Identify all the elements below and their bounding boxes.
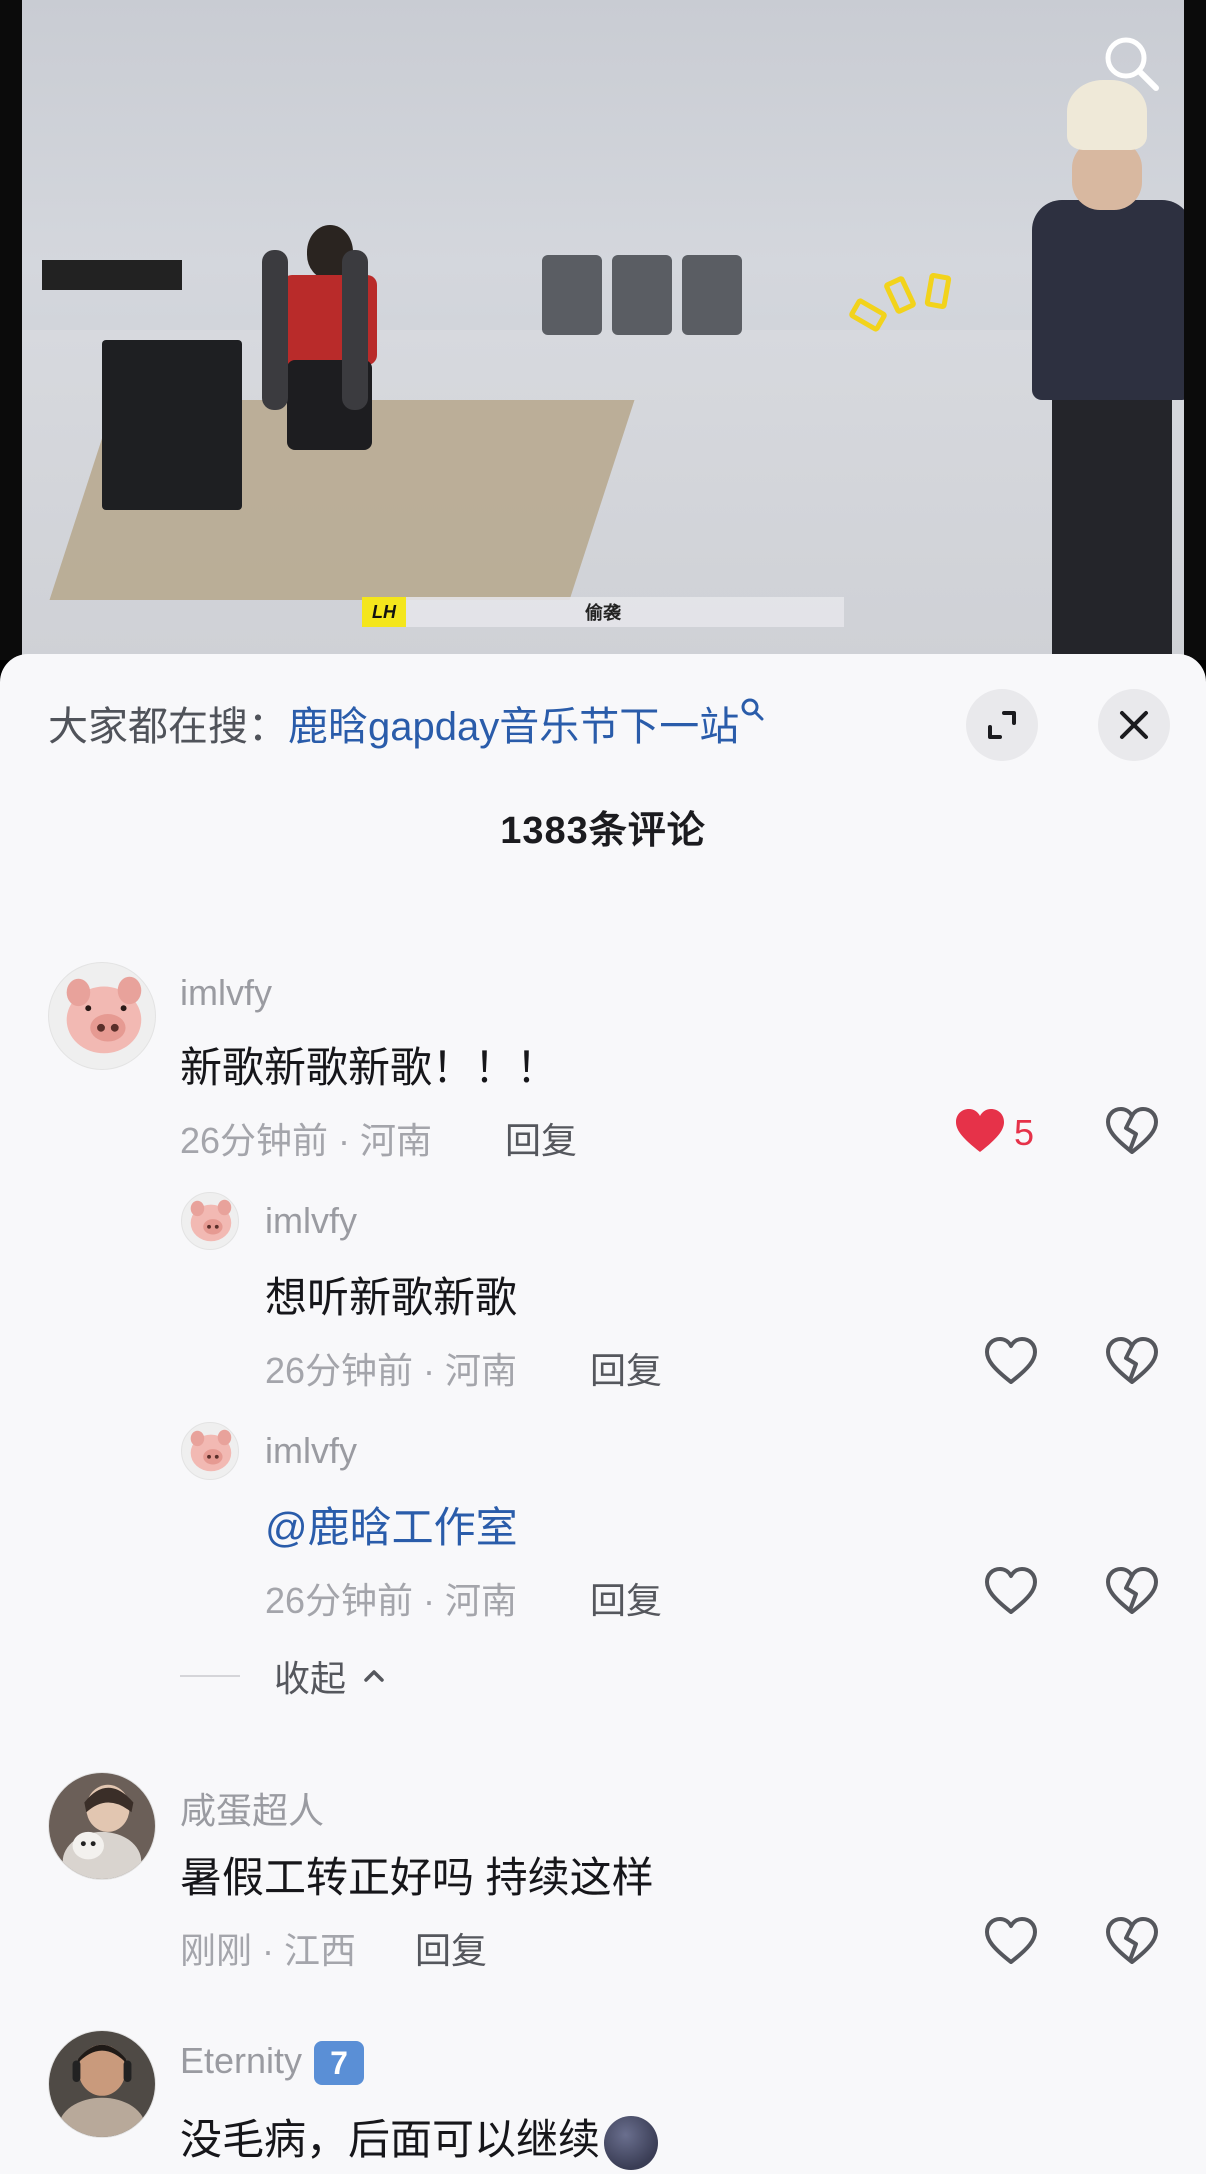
close-icon [1120,711,1148,739]
reply-text: 想听新歌新歌 [265,1274,518,1321]
expand-button[interactable] [966,689,1038,761]
trending-search[interactable]: 大家都在搜：鹿晗gapday音乐节下一站 [48,694,765,752]
reply-location: 河南 [445,1350,518,1391]
expand-icon [988,711,1016,739]
dislike-button[interactable] [1104,1104,1164,1164]
collapse-replies-button[interactable]: 收起 [180,1650,388,1702]
comment-location: 江西 [284,1930,357,1971]
trending-prefix: 大家都在搜： [48,705,288,749]
heart-icon [985,1567,1037,1614]
video-amplifier [102,340,242,510]
broken-heart-icon [1106,1917,1158,1964]
close-button[interactable] [1098,689,1170,761]
comment-username[interactable]: imlvfy [180,972,272,1014]
comment-meta: 刚刚 · 江西 [180,1930,357,1971]
dislike-button[interactable] [1104,1334,1164,1394]
comment-username[interactable]: Eternity 7 [180,2040,365,2086]
reply-username[interactable]: imlvfy [265,1430,357,1472]
broken-heart-icon [1106,1107,1158,1154]
reply-username[interactable]: imlvfy [265,1200,357,1242]
search-small-icon [741,698,764,721]
dislike-button[interactable] [1104,1914,1164,1974]
heart-icon [985,1337,1037,1384]
reply-location: 河南 [445,1580,518,1621]
video-chair [682,255,742,335]
comment-meta: 26分钟前 · 河南 [180,1120,433,1161]
like-button[interactable] [983,1564,1043,1624]
avatar[interactable] [181,1192,239,1250]
subtitle-logo: LH [362,597,406,627]
comment-username-text: Eternity [180,2040,303,2081]
dark-moon-face-emoji-icon [604,2115,659,2170]
avatar[interactable] [48,1772,156,1880]
comment-time: 26分钟前 [180,1120,329,1161]
heart-icon [956,1109,1004,1152]
comment-text: 新歌新歌新歌！！！ [180,1044,559,1091]
comment-time: 刚刚 [180,1930,253,1971]
reply-meta: 26分钟前 · 河南 [265,1350,518,1391]
avatar[interactable] [48,2030,156,2138]
comment-location: 河南 [360,1120,433,1161]
broken-heart-icon [1106,1337,1158,1384]
like-button[interactable] [983,1334,1043,1394]
reply-button[interactable]: 回复 [505,1112,577,1164]
trending-term-link[interactable]: 鹿晗gapday音乐节下一站 [288,705,739,749]
like-button[interactable] [952,1104,1012,1164]
video-guitar [262,250,288,410]
reply-button[interactable]: 回复 [590,1342,662,1394]
video-keyboard [42,260,182,290]
video-frame [22,0,1184,660]
reply-time: 26分钟前 [265,1580,414,1621]
like-button[interactable] [983,1914,1043,1974]
video-subtitle: 偷袭 [362,597,844,627]
search-icon[interactable] [1100,32,1160,92]
avatar[interactable] [48,962,156,1070]
video-chair [542,255,602,335]
reply-time: 26分钟前 [265,1350,414,1391]
video-player[interactable]: 偷袭 LH [0,0,1206,660]
avatar[interactable] [181,1422,239,1480]
sparkle-effect-icon [847,270,967,340]
collapse-label: 收起 [274,1658,347,1699]
comment-text: 没毛病，后面可以继续 [180,2106,659,2170]
comment-sheet: 大家都在搜：鹿晗gapday音乐节下一站 1383条评论 imlvfy 新歌新歌… [0,654,1206,2174]
video-chair [612,255,672,335]
dislike-button[interactable] [1104,1564,1164,1624]
comment-count-title: 1383条评论 [500,810,706,852]
chevron-up-icon [364,1670,384,1682]
comment-text: 暑假工转正好吗 持续这样 [180,1854,654,1901]
user-level-badge: 7 [314,2041,365,2086]
heart-icon [985,1917,1037,1964]
comment-username[interactable]: 咸蛋超人 [180,1782,324,1834]
video-person-standing [992,80,1184,660]
reply-button[interactable]: 回复 [590,1572,662,1624]
mention-link[interactable]: @鹿晗工作室 [265,1494,518,1555]
comment-text-body: 没毛病，后面可以继续 [180,2116,601,2163]
divider-line [180,1675,240,1677]
reply-meta: 26分钟前 · 河南 [265,1580,518,1621]
like-count: 5 [1014,1112,1035,1153]
reply-button[interactable]: 回复 [415,1922,487,1974]
broken-heart-icon [1106,1567,1158,1614]
video-guitar [342,250,368,410]
